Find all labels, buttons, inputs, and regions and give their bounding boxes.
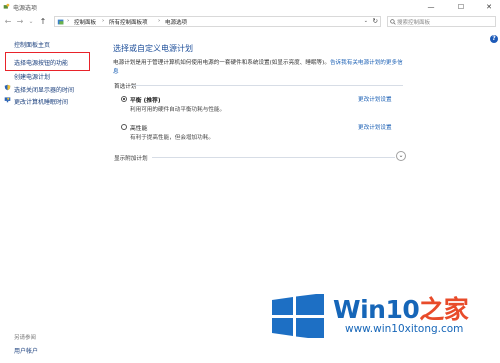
change-plan-settings-balanced[interactable]: 更改计划设置 — [358, 95, 392, 103]
plan-name-high-performance: 高性能 — [130, 126, 148, 132]
plan-desc-balanced: 利用可用的硬件自动平衡功耗与性能。 — [130, 107, 226, 113]
section-divider — [152, 157, 395, 158]
description-text: 电源计划是用于管理计算机如何使用电源的一套硬件和系统设置(如显示亮度、睡眠等)。 — [113, 60, 330, 66]
window-title: 电源选项 — [13, 5, 38, 12]
address-row: ← → ⌄ ↑ › 控制面板 › 所有控制面板项 › 电源选项 ⌄ ↻ 搜索控制… — [0, 14, 500, 30]
high-performance-radio[interactable] — [121, 124, 127, 130]
page-description: 电源计划是用于管理计算机如何使用电源的一套硬件和系统设置(如显示亮度、睡眠等)。… — [113, 59, 403, 77]
sidebar-item-display-off[interactable]: 选择关闭显示器的时间 — [14, 85, 74, 94]
forward-button[interactable]: → — [15, 16, 25, 27]
back-button[interactable]: ← — [3, 16, 13, 27]
crumb-power-options[interactable]: 电源选项 — [165, 18, 187, 26]
sidebar-item-create-plan[interactable]: 创建电源计划 — [14, 72, 50, 81]
shield-icon — [4, 84, 11, 91]
search-box[interactable]: 搜索控制面板 — [387, 16, 496, 27]
maximize-button[interactable]: ☐ — [451, 0, 471, 14]
refresh-icon[interactable]: ↻ — [373, 17, 378, 25]
plan-name-balanced: 平衡 (推荐) — [130, 98, 161, 104]
crumb-all-items[interactable]: 所有控制面板项 — [109, 18, 148, 26]
history-dropdown[interactable]: ⌄ — [26, 16, 36, 27]
change-plan-settings-high-performance[interactable]: 更改计划设置 — [358, 123, 392, 131]
balanced-radio[interactable] — [121, 96, 127, 102]
sidebar-item-home[interactable]: 控制面板主页 — [14, 40, 50, 49]
watermark-brand-en: Win10 — [333, 295, 420, 324]
up-button[interactable]: ↑ — [38, 16, 48, 27]
close-button[interactable]: ✕ — [479, 0, 499, 14]
page-title: 选择或自定义电源计划 — [113, 44, 193, 53]
watermark-url: www.win10xitong.com — [345, 323, 464, 335]
sidebar-item-power-button[interactable]: 选择电源按钮的功能 — [14, 58, 68, 67]
title-bar: 电源选项 — ☐ ✕ — [0, 0, 500, 14]
crumb-separator: › — [102, 18, 105, 24]
user-accounts-link[interactable]: 用户帐户 — [14, 346, 38, 355]
help-icon[interactable]: ? — [490, 35, 498, 43]
power-options-icon — [3, 3, 10, 9]
moon-monitor-icon — [4, 97, 11, 103]
sidebar-item-sleep[interactable]: 更改计算机睡眠时间 — [14, 97, 68, 106]
control-panel-icon — [57, 19, 64, 25]
crumb-separator: › — [158, 18, 161, 24]
crumb-control-panel[interactable]: 控制面板 — [74, 18, 96, 26]
see-also-label: 另请参阅 — [14, 335, 37, 341]
watermark-brand-zh: 之家 — [419, 295, 469, 324]
watermark-brand: Win10之家 — [333, 290, 469, 326]
section-divider — [132, 85, 403, 86]
address-dropdown-icon[interactable]: ⌄ — [364, 18, 368, 24]
search-input[interactable]: 搜索控制面板 — [397, 18, 430, 26]
plan-desc-high-performance: 有利于提高性能，但会增加功耗。 — [130, 135, 214, 141]
minimize-button[interactable]: — — [421, 0, 441, 14]
chevron-down-icon[interactable]: ⌄ — [396, 151, 406, 161]
show-additional-plans-label[interactable]: 显示附加计划 — [114, 154, 148, 162]
preferred-plans-label: 首选计划 — [114, 84, 137, 90]
crumb-separator: › — [67, 18, 70, 24]
search-icon — [390, 19, 396, 25]
address-bar[interactable]: › 控制面板 › 所有控制面板项 › 电源选项 ⌄ ↻ — [54, 16, 381, 27]
windows-logo-icon — [272, 294, 324, 338]
